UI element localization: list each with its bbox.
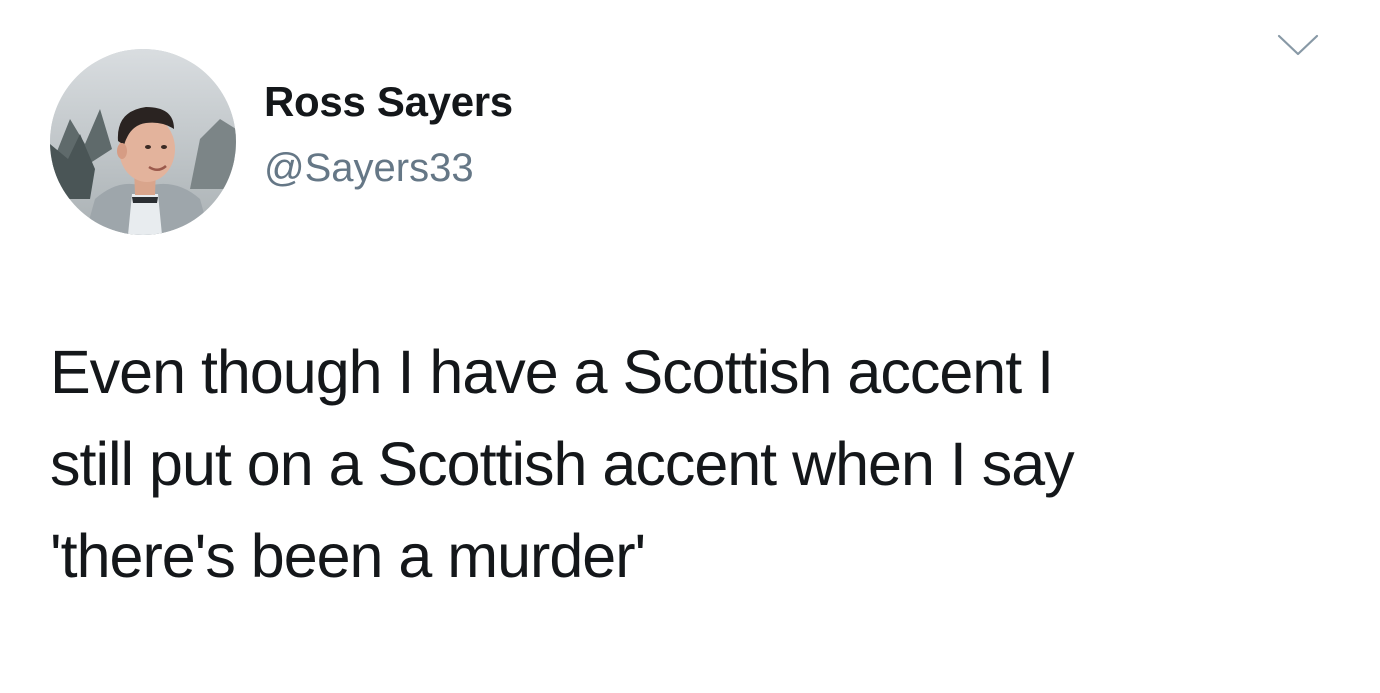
avatar-photo: [50, 49, 236, 235]
chevron-down-icon[interactable]: [1276, 30, 1320, 60]
tweet-text-line: 'there's been a murder': [50, 522, 646, 590]
tweet-text: Even though I have a Scottish accent I s…: [50, 326, 1340, 602]
display-name[interactable]: Ross Sayers: [264, 78, 513, 126]
avatar[interactable]: [50, 49, 236, 235]
tweet-text-line: still put on a Scottish accent when I sa…: [50, 430, 1075, 498]
tweet-card: Ross Sayers @Sayers33 Even though I have…: [0, 0, 1380, 693]
user-handle[interactable]: @Sayers33: [264, 146, 474, 191]
tweet-text-line: Even though I have a Scottish accent I: [50, 338, 1054, 406]
